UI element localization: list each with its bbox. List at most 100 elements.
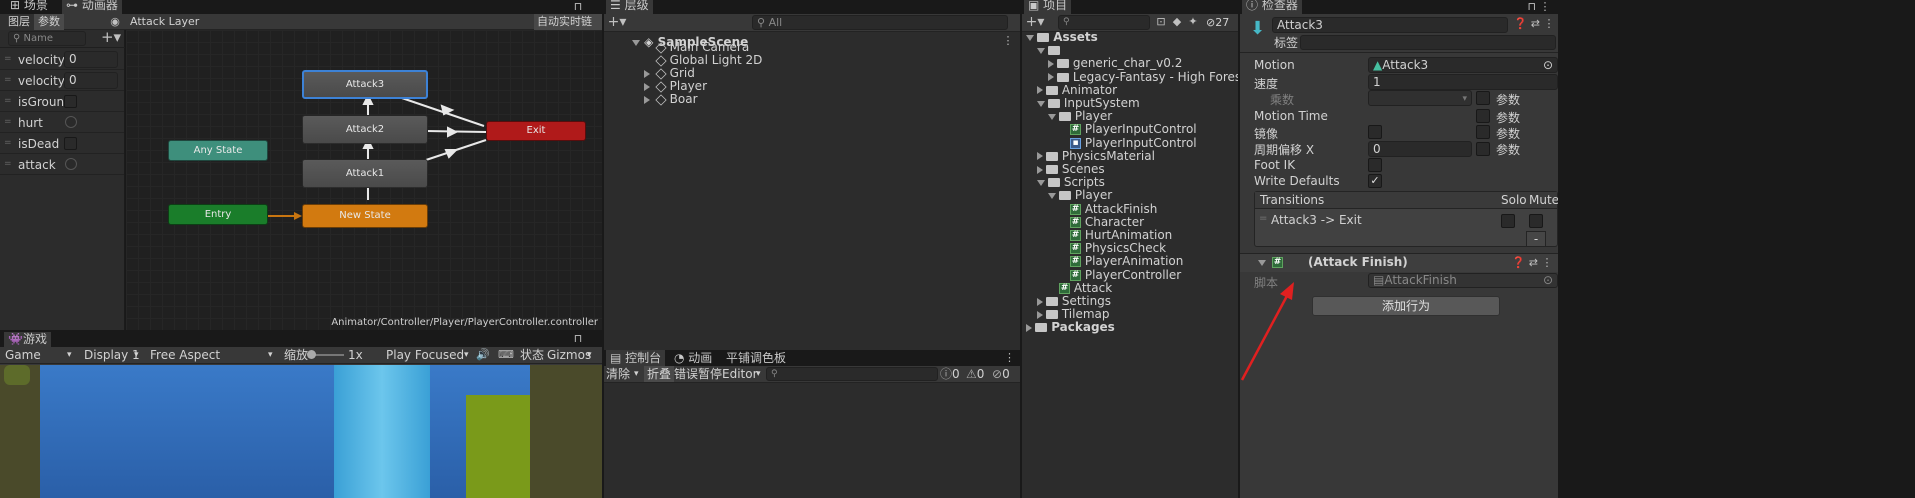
project-search-input[interactable]: ⚲ — [1058, 15, 1150, 30]
folder-item[interactable]: Assets — [1026, 31, 1098, 44]
script-asset-item[interactable]: # PlayerAnimation — [1059, 255, 1183, 268]
parameter-bool-checkbox[interactable] — [64, 137, 77, 150]
tab-layers[interactable]: 图层 — [8, 14, 30, 30]
cycle-offset-field[interactable]: 0 — [1368, 141, 1472, 157]
clear-button[interactable]: 清除 ▾ — [606, 366, 642, 382]
hierarchy-item[interactable]: Boar — [644, 93, 698, 106]
folder-item[interactable]: Player — [1048, 189, 1112, 202]
parameter-row[interactable]: = velocityX 0 — [0, 49, 124, 70]
scene-menu-icon[interactable]: ⋮ — [1002, 34, 1014, 48]
auto-live-link-button[interactable]: 自动实时链接 — [534, 14, 602, 44]
tab-tile-palette[interactable]: 平铺调色板 — [722, 350, 790, 366]
editor-dropdown[interactable]: Editor ▾ — [722, 366, 762, 382]
folder-item[interactable]: Animator — [1037, 83, 1117, 97]
script-asset-item[interactable]: # PlayerController — [1059, 268, 1181, 282]
eye-icon[interactable]: ◉ — [108, 15, 122, 29]
state-attack1[interactable]: Attack1 — [302, 159, 428, 188]
game-view[interactable] — [0, 365, 602, 498]
favorite-icon[interactable]: ✦ — [1186, 15, 1200, 29]
lock-icon[interactable]: ⊓ ⋮ — [568, 332, 588, 347]
script-asset-item[interactable]: # Character — [1059, 215, 1144, 229]
folder-item[interactable] — [1037, 44, 1060, 57]
tab-scene[interactable]: ⊞ 场景 — [6, 0, 52, 14]
add-parameter-button[interactable]: +▾ — [100, 30, 122, 45]
search-by-type-icon[interactable]: ⊡ — [1154, 15, 1168, 29]
display-dropdown[interactable]: Display 1 ▾ — [84, 347, 142, 363]
script-asset-item[interactable]: # Attack — [1048, 281, 1112, 295]
script-asset-item[interactable]: # PhysicsCheck — [1059, 242, 1166, 255]
folder-item[interactable]: Scripts — [1037, 176, 1105, 189]
state-exit[interactable]: Exit — [486, 121, 586, 141]
multiplier-dropdown[interactable]: ▾ — [1368, 90, 1472, 106]
speed-field[interactable]: 1 — [1368, 74, 1558, 90]
folder-item[interactable]: PhysicsMaterial — [1037, 149, 1155, 163]
parameter-row[interactable]: = hurt — [0, 112, 124, 133]
console-menu-icon[interactable]: ⋮ — [1004, 351, 1015, 365]
hierarchy-search-input[interactable]: ⚲ All — [752, 15, 1008, 30]
keyboard-icon[interactable]: ⌨ — [498, 348, 514, 362]
error-pause-toggle[interactable]: 错误暂停 — [674, 366, 722, 382]
mirror-checkbox[interactable] — [1368, 125, 1382, 139]
create-button[interactable]: +▾ — [606, 15, 628, 29]
transition-row[interactable]: = Attack3 -> Exit — [1255, 210, 1557, 230]
info-count[interactable]: ⓘ0 — [940, 366, 960, 382]
parameter-row[interactable]: = attack — [0, 154, 124, 175]
gizmos-dropdown[interactable]: Gizmos ▾ — [547, 347, 595, 363]
name-field[interactable]: Attack3 — [1272, 17, 1508, 33]
collapse-toggle[interactable]: 折叠 — [644, 366, 675, 382]
add-behaviour-button[interactable]: 添加行为 — [1312, 296, 1500, 316]
state-any-state[interactable]: Any State — [168, 140, 268, 161]
console-search-input[interactable]: ⚲ — [766, 367, 938, 381]
cycle-offset-param-checkbox[interactable] — [1476, 142, 1490, 156]
mirror-param-checkbox[interactable] — [1476, 125, 1490, 139]
animator-graph[interactable]: Attack3 Attack2 Attack1 Any State Entry … — [126, 30, 602, 330]
hidden-packages-count[interactable]: ⊘27 — [1206, 14, 1229, 31]
multiplier-param-checkbox[interactable] — [1476, 91, 1490, 105]
tab-inspector[interactable]: ⓘ 检查器 — [1242, 0, 1302, 14]
state-entry[interactable]: Entry — [168, 204, 268, 225]
play-focused-dropdown[interactable]: Play Focused ▾ — [386, 347, 472, 363]
component-header[interactable]: # (Attack Finish) ❓ ⇄ ⋮ — [1240, 254, 1558, 272]
tab-project[interactable]: ▣ 项目 — [1024, 0, 1072, 14]
state-attack2[interactable]: Attack2 — [302, 115, 428, 144]
header-icons[interactable]: ❓ ⇄ ⋮ — [1512, 17, 1556, 31]
folder-item[interactable]: Packages — [1026, 321, 1115, 334]
folder-item[interactable]: generic_char_v0.2 — [1048, 57, 1182, 70]
lock-icon[interactable]: ⊓ ⋮ — [1526, 0, 1552, 14]
state-new-state[interactable]: New State — [302, 204, 428, 228]
parameter-value-field[interactable]: 0 — [64, 72, 118, 89]
tab-hierarchy[interactable]: ☰ 层级 — [606, 0, 653, 14]
folder-item[interactable]: Player — [1048, 110, 1112, 123]
parameter-bool-checkbox[interactable] — [64, 95, 77, 108]
param-search-input[interactable]: ⚲ Name — [8, 31, 86, 46]
parameter-row[interactable]: = isDead — [0, 133, 124, 154]
tab-game[interactable]: 👾游戏 — [4, 332, 51, 347]
tag-field[interactable] — [1300, 35, 1556, 50]
folder-item[interactable]: Scenes — [1037, 163, 1105, 176]
hierarchy-item[interactable]: Global Light 2D — [644, 54, 762, 67]
component-menu-icons[interactable]: ❓ ⇄ ⋮ — [1510, 256, 1554, 270]
error-count[interactable]: ⊘0 — [992, 366, 1010, 382]
remove-transition-button[interactable]: - — [1526, 231, 1546, 247]
tab-animator[interactable]: ⊶ 动画器 — [62, 0, 122, 14]
tab-console[interactable]: ▤ 控制台 — [606, 350, 666, 366]
parameter-trigger-radio[interactable] — [65, 116, 77, 128]
parameter-row[interactable]: = isGround — [0, 91, 124, 112]
folder-item[interactable]: InputSystem — [1037, 97, 1140, 110]
motion-field[interactable]: ▲Attack3 ⊙ — [1368, 57, 1558, 73]
aspect-dropdown[interactable]: Free Aspect ▾ — [150, 347, 276, 363]
search-by-label-icon[interactable]: ◆ — [1170, 15, 1184, 29]
foot-ik-checkbox[interactable] — [1368, 158, 1382, 172]
script-field[interactable]: ▤AttackFinish ⊙ — [1368, 273, 1558, 288]
folder-item[interactable]: Legacy-Fantasy - High Forest 2.3 — [1048, 70, 1269, 84]
motion-time-param-checkbox[interactable] — [1476, 109, 1490, 123]
parameter-row[interactable]: = velocityY 0 — [0, 70, 124, 91]
write-defaults-checkbox[interactable]: ✓ — [1368, 174, 1382, 188]
create-asset-button[interactable]: +▾ — [1024, 15, 1046, 29]
input-asset-item[interactable]: ▪ PlayerInputControl — [1059, 136, 1197, 150]
parameter-value-field[interactable]: 0 — [64, 51, 118, 68]
folder-item[interactable]: Tilemap — [1037, 308, 1110, 321]
solo-checkbox[interactable] — [1501, 214, 1515, 228]
tab-animation[interactable]: ◔ 动画 — [670, 350, 716, 366]
mute-audio-icon[interactable]: 🔊 — [476, 348, 490, 362]
